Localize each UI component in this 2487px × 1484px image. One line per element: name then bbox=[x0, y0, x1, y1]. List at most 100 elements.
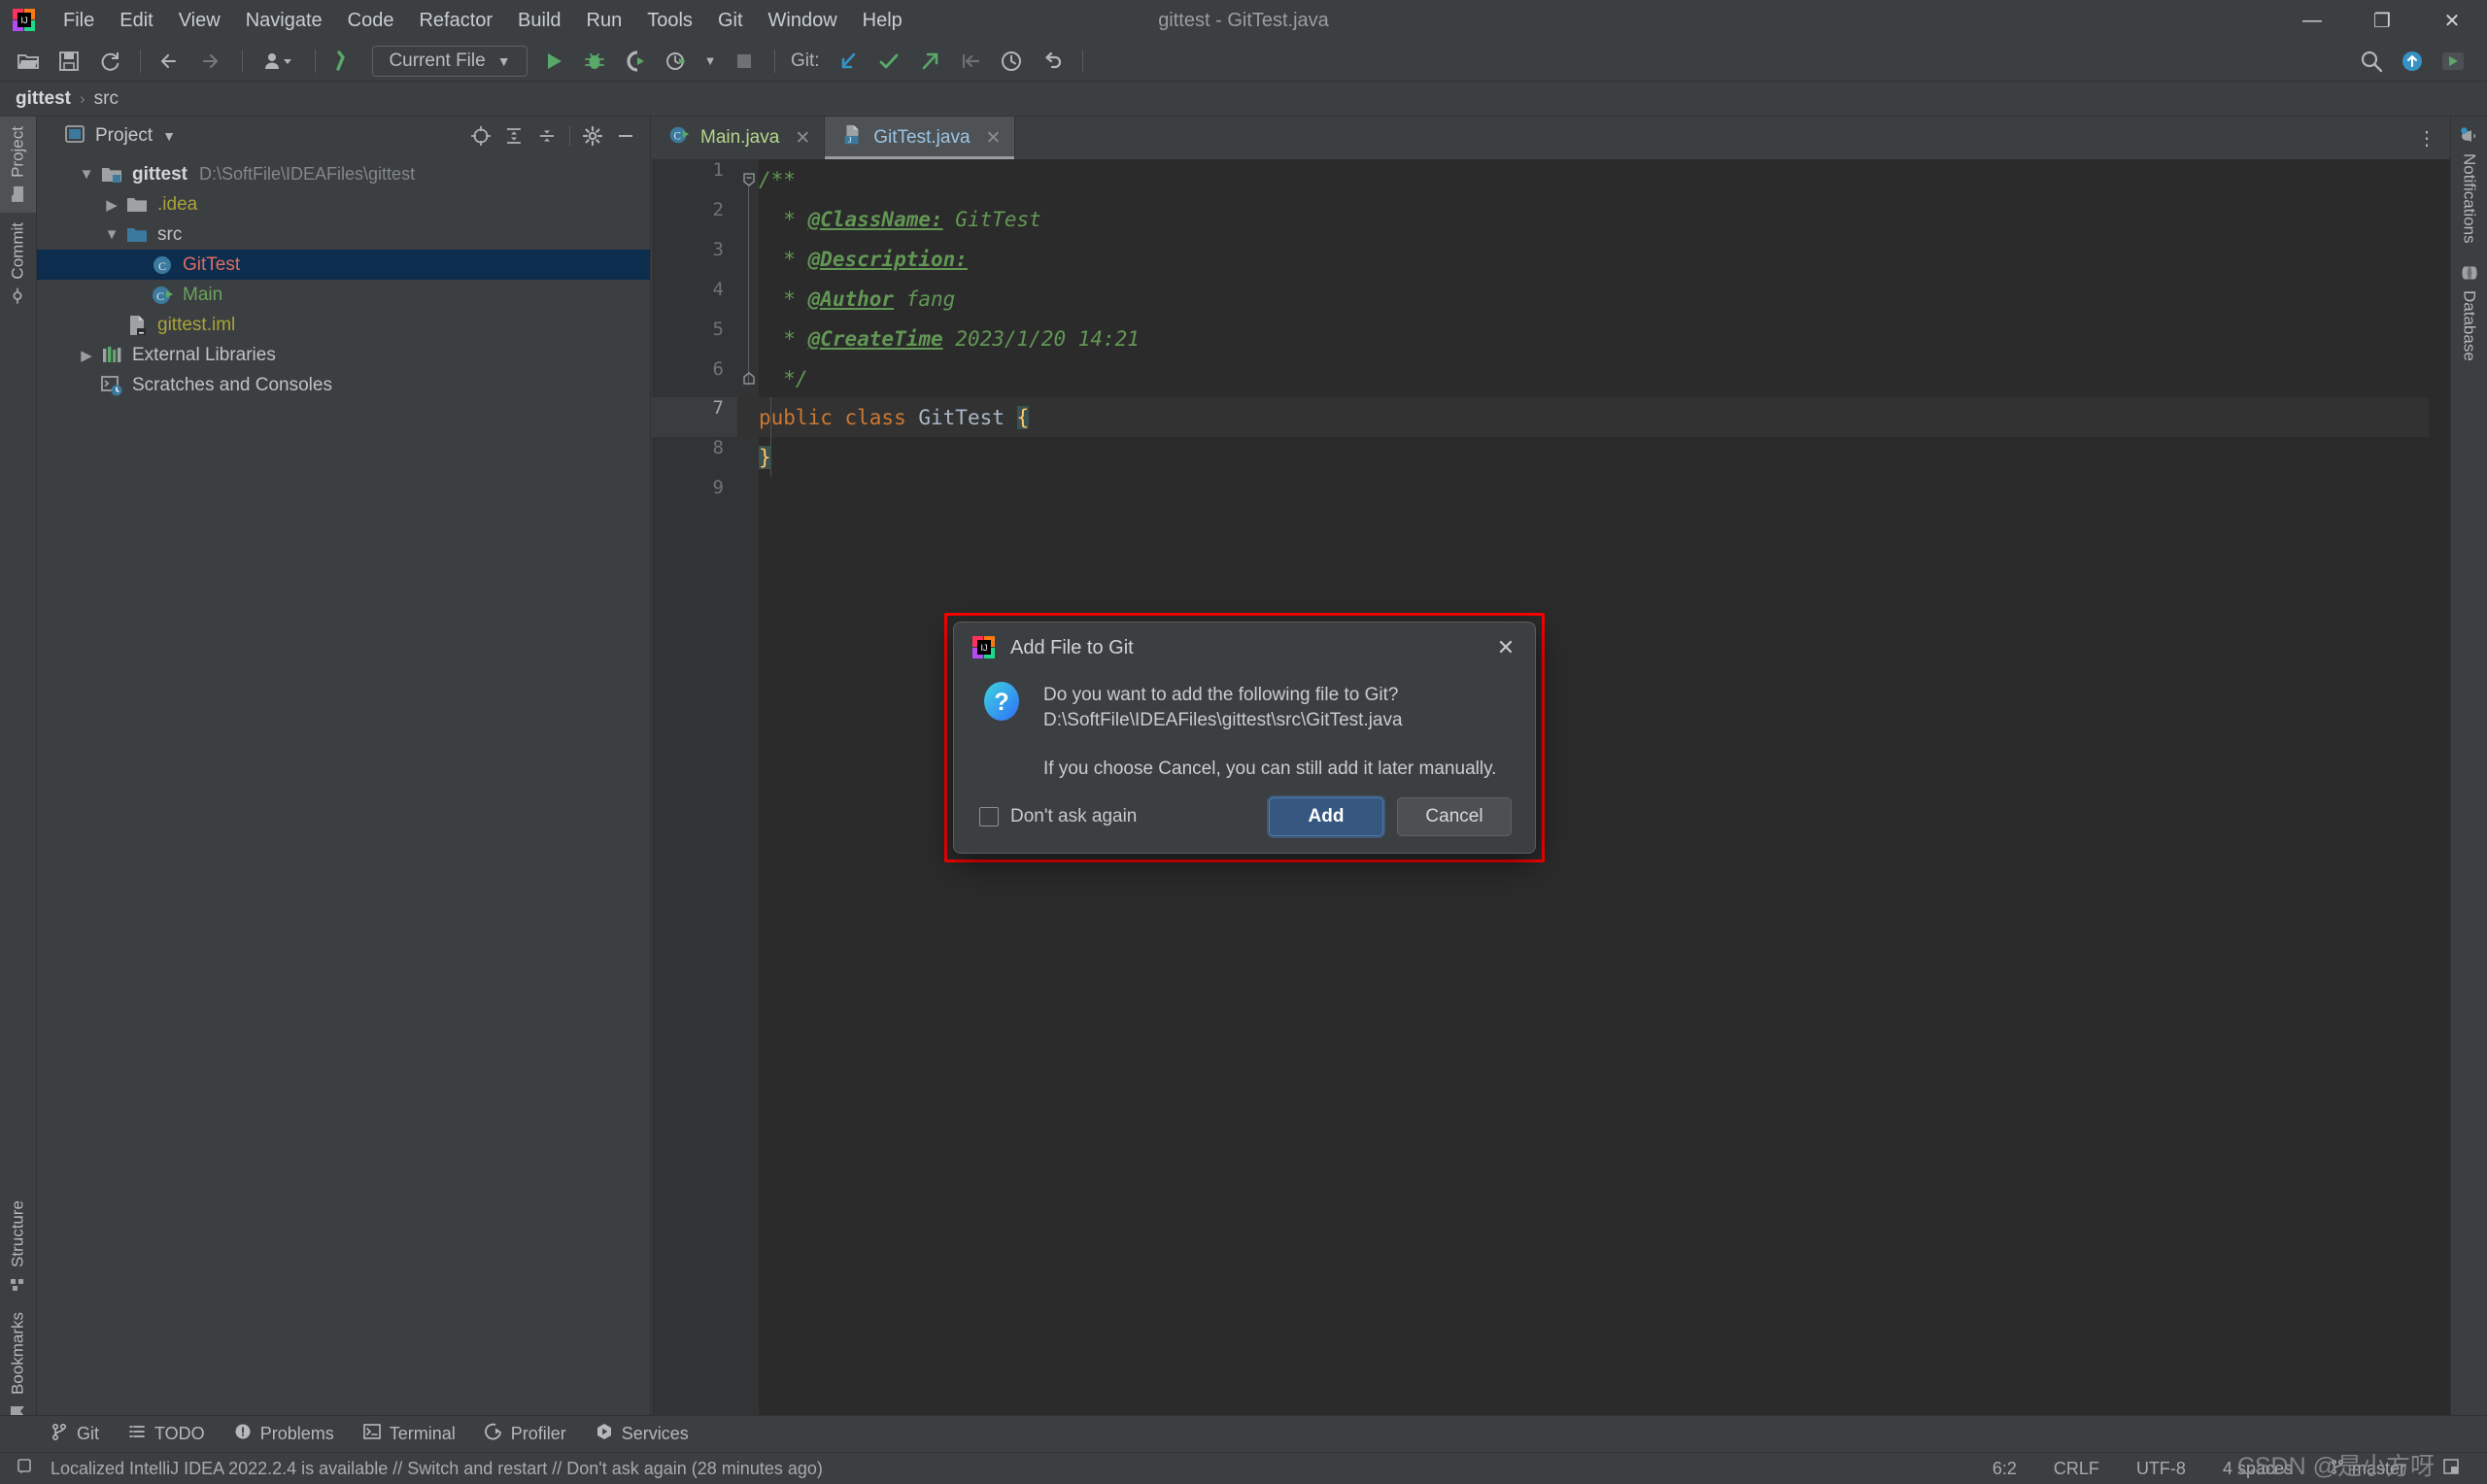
tool-window-git-label: Git bbox=[77, 1424, 100, 1443]
user-profile-icon[interactable] bbox=[255, 45, 303, 78]
sidebar-item-database[interactable]: Database bbox=[2451, 253, 2487, 371]
refresh-icon[interactable] bbox=[91, 45, 128, 78]
tool-window-profiler[interactable]: Profiler bbox=[473, 1418, 578, 1450]
toolbar-divider bbox=[140, 49, 141, 73]
profiler-dropdown-icon[interactable]: ▼ bbox=[698, 45, 722, 78]
select-opened-file-icon[interactable] bbox=[464, 121, 497, 151]
dont-ask-again-checkbox[interactable] bbox=[979, 807, 999, 827]
arrow-left-icon[interactable] bbox=[153, 45, 189, 78]
sidebar-item-notifications[interactable]: Notifications bbox=[2451, 117, 2487, 253]
tree-node-iml[interactable]: gittest.iml bbox=[37, 310, 650, 340]
menu-help[interactable]: Help bbox=[850, 6, 915, 36]
search-icon[interactable] bbox=[2353, 45, 2390, 78]
git-pull-arrow-icon[interactable] bbox=[952, 45, 989, 78]
error-stripe-scrollbar[interactable] bbox=[2429, 202, 2450, 1422]
menu-navigate[interactable]: Navigate bbox=[233, 6, 335, 36]
notification-balloon-icon[interactable] bbox=[16, 1458, 33, 1480]
tool-window-terminal[interactable]: Terminal bbox=[352, 1418, 467, 1450]
ide-run-icon[interactable] bbox=[2435, 45, 2471, 78]
menu-view[interactable]: View bbox=[166, 6, 233, 36]
run-configuration-selector[interactable]: Current File ▼ bbox=[372, 45, 528, 77]
update-available-icon[interactable] bbox=[2394, 45, 2431, 78]
source-folder-icon bbox=[124, 222, 150, 248]
git-commit-check-icon[interactable] bbox=[870, 45, 907, 78]
menu-window[interactable]: Window bbox=[756, 6, 850, 36]
tool-window-services[interactable]: Services bbox=[584, 1418, 700, 1450]
tree-node-gittest[interactable]: ▼ gittest D:\SoftFile\IDEAFiles\gittest bbox=[37, 159, 650, 189]
chevron-right-icon-2[interactable]: ▶ bbox=[74, 347, 99, 364]
file-encoding[interactable]: UTF-8 bbox=[2130, 1456, 2192, 1482]
menu-edit[interactable]: Edit bbox=[107, 6, 165, 36]
chevron-down-icon[interactable]: ▼ bbox=[99, 226, 124, 243]
add-button[interactable]: Add bbox=[1269, 797, 1383, 837]
minimize-button[interactable]: — bbox=[2277, 0, 2347, 41]
save-icon[interactable] bbox=[51, 45, 87, 78]
collapse-all-icon[interactable] bbox=[530, 121, 563, 151]
settings-gear-icon[interactable] bbox=[576, 121, 609, 151]
menu-file[interactable]: File bbox=[51, 6, 107, 36]
tree-node-scratches[interactable]: Scratches and Consoles bbox=[37, 370, 650, 400]
menu-refactor[interactable]: Refactor bbox=[406, 6, 505, 36]
dialog-close-icon[interactable]: ✕ bbox=[1490, 632, 1521, 663]
status-bar-notice[interactable]: Localized IntelliJ IDEA 2022.2.4 is avai… bbox=[45, 1456, 829, 1482]
debug-bug-icon[interactable] bbox=[576, 45, 613, 78]
maximize-button[interactable]: ❐ bbox=[2347, 0, 2417, 41]
editor-tab-main[interactable]: C Main.java ✕ bbox=[652, 117, 826, 159]
tree-node-src[interactable]: ▼ src bbox=[37, 219, 650, 250]
caret-position[interactable]: 6:2 bbox=[1987, 1456, 2023, 1482]
close-icon: ✕ bbox=[2443, 10, 2461, 32]
cancel-button[interactable]: Cancel bbox=[1397, 797, 1512, 837]
tree-node-src-label: src bbox=[157, 223, 183, 245]
tool-window-todo[interactable]: TODO bbox=[117, 1418, 217, 1450]
tree-node-main-class[interactable]: C Main bbox=[37, 280, 650, 310]
menu-run[interactable]: Run bbox=[574, 6, 635, 36]
run-with-coverage-icon[interactable] bbox=[617, 45, 654, 78]
chevron-down-icon[interactable]: ▼ bbox=[74, 166, 99, 183]
chevron-right-icon[interactable]: ▶ bbox=[99, 196, 124, 214]
git-branch-widget[interactable]: master bbox=[2324, 1456, 2411, 1482]
tool-window-problems[interactable]: Problems bbox=[222, 1418, 346, 1450]
editor-tab-options-icon[interactable]: ⋮ bbox=[2417, 117, 2450, 159]
stop-square-icon[interactable] bbox=[726, 45, 763, 78]
tree-node-gittest-class[interactable]: C GitTest bbox=[37, 250, 650, 280]
sidebar-item-project[interactable]: Project bbox=[0, 117, 36, 213]
run-play-icon[interactable] bbox=[535, 45, 572, 78]
indent-setting[interactable]: 4 spaces bbox=[2217, 1456, 2299, 1482]
close-icon-2[interactable]: ✕ bbox=[986, 127, 1002, 150]
sidebar-item-structure[interactable]: Structure bbox=[0, 1191, 36, 1302]
sidebar-item-commit[interactable]: Commit bbox=[0, 213, 36, 315]
close-icon[interactable]: ✕ bbox=[795, 127, 810, 150]
tree-node-idea[interactable]: ▶ .idea bbox=[37, 189, 650, 219]
tool-window-git[interactable]: Git bbox=[39, 1418, 111, 1450]
chevron-down-icon[interactable]: ▼ bbox=[162, 128, 176, 144]
git-rollback-undo-icon[interactable] bbox=[1034, 45, 1071, 78]
code-editor[interactable]: 1 /** 2 * @ClassName: GitTest 3 * @Descr… bbox=[652, 159, 2450, 1422]
close-button[interactable]: ✕ bbox=[2417, 0, 2487, 41]
profiler-clock-icon[interactable] bbox=[658, 45, 695, 78]
layout-icon[interactable] bbox=[2436, 1455, 2466, 1483]
menu-git[interactable]: Git bbox=[705, 6, 756, 36]
code-token-createtime-value: 2023/1/20 14:21 bbox=[942, 326, 1140, 351]
git-push-arrow-icon[interactable] bbox=[911, 45, 948, 78]
open-folder-icon[interactable] bbox=[10, 45, 47, 78]
git-history-clock-icon[interactable] bbox=[993, 45, 1030, 78]
sidebar-item-bookmarks[interactable]: Bookmarks bbox=[0, 1302, 36, 1430]
breadcrumb-folder[interactable]: src bbox=[94, 88, 119, 110]
expand-all-icon[interactable] bbox=[497, 121, 530, 151]
editor-tab-gittest[interactable]: J GitTest.java ✕ bbox=[825, 117, 1016, 159]
editor-tab-bar: C Main.java ✕ J GitTest.java ✕ ⋮ bbox=[652, 117, 2450, 159]
breadcrumb-project[interactable]: gittest bbox=[16, 88, 71, 110]
dont-ask-again-checkbox-row[interactable]: Don't ask again bbox=[979, 806, 1137, 827]
arrow-right-icon[interactable] bbox=[193, 45, 230, 78]
tree-node-external-libraries[interactable]: ▶ External Libraries bbox=[37, 340, 650, 370]
menu-build[interactable]: Build bbox=[505, 6, 573, 36]
intellij-idea-window: IJ File Edit View Navigate Code Refactor… bbox=[0, 0, 2487, 1484]
git-update-arrow-icon[interactable] bbox=[830, 45, 867, 78]
menu-tools[interactable]: Tools bbox=[634, 6, 705, 36]
build-hammer-icon[interactable] bbox=[327, 45, 364, 78]
menu-code[interactable]: Code bbox=[335, 6, 407, 36]
line-separator[interactable]: CRLF bbox=[2048, 1456, 2105, 1482]
hide-panel-icon[interactable] bbox=[609, 121, 642, 151]
code-line-8: 8 } bbox=[652, 437, 2450, 477]
code-token-public-class: public class bbox=[759, 405, 919, 429]
